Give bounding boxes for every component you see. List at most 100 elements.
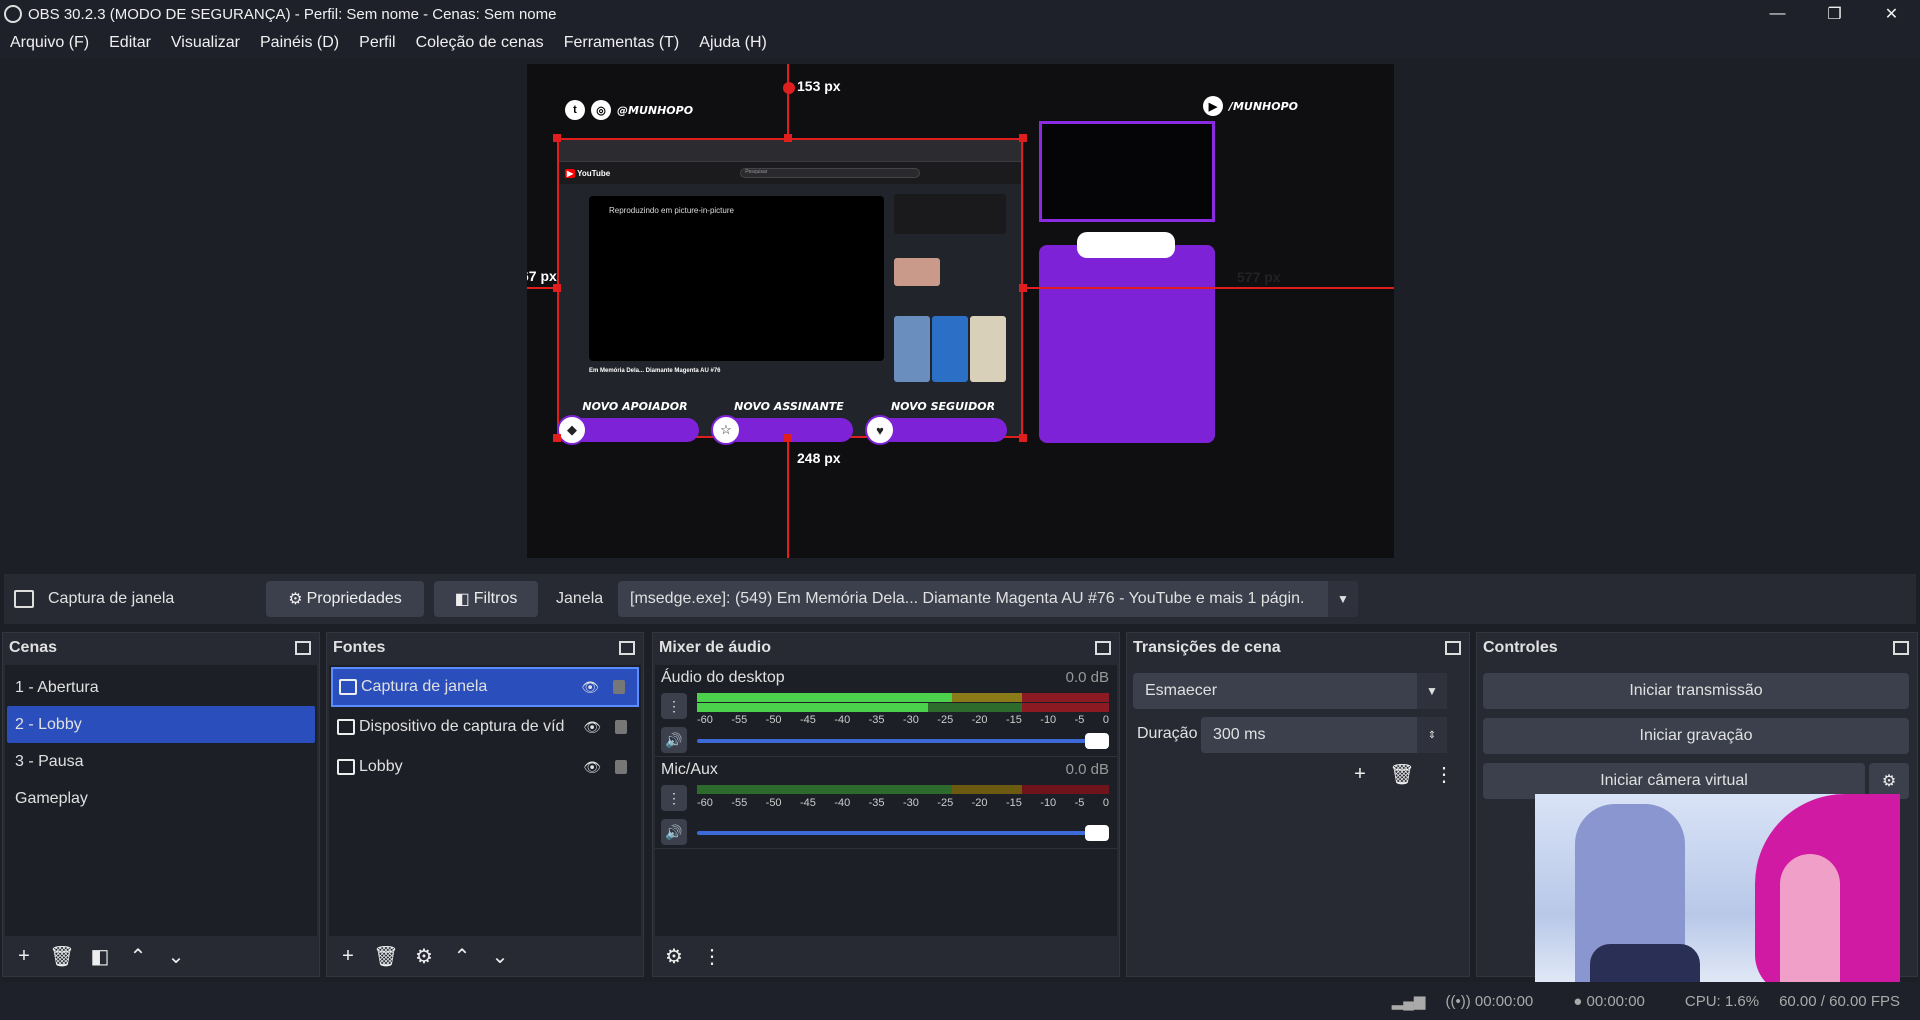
- status-bar: ▂▄▆ ((•)) 00:00:00 ● 00:00:00 CPU: 1.6% …: [0, 982, 1920, 1020]
- add-source-button[interactable]: +: [335, 943, 361, 969]
- remove-source-button[interactable]: 🗑: [373, 943, 399, 969]
- add-scene-button[interactable]: +: [11, 943, 37, 969]
- scene-item-selected[interactable]: 2 - Lobby: [7, 706, 315, 743]
- window-capture-source[interactable]: ▶ YouTube Pesquisar Reproduzindo em pictu…: [557, 138, 1023, 438]
- resize-handle[interactable]: [553, 134, 561, 142]
- heart-icon: ♥: [865, 415, 895, 445]
- gear-icon: ⚙: [288, 591, 303, 608]
- window-label: Janela: [556, 590, 604, 607]
- preview-canvas[interactable]: t ◎ @MUNHOPO ▶ /MUNHOPO ▶ YouTube Pesquis…: [527, 64, 1394, 558]
- guide-bottom-label: 248 px: [797, 450, 841, 466]
- resize-handle[interactable]: [1019, 434, 1027, 442]
- menu-arquivo[interactable]: Arquivo (F): [0, 34, 99, 52]
- start-record-button[interactable]: Iniciar gravação: [1483, 718, 1909, 754]
- scene-item[interactable]: Gameplay: [7, 780, 315, 817]
- speaker-icon[interactable]: 🔊: [661, 819, 687, 845]
- mixer-settings-button[interactable]: ⚙: [661, 943, 687, 969]
- undock-icon[interactable]: [1095, 641, 1111, 655]
- source-item[interactable]: Dispositivo de captura de víd 👁: [331, 707, 639, 747]
- resize-handle[interactable]: [784, 134, 792, 142]
- eye-icon[interactable]: 👁: [583, 719, 601, 736]
- scenes-title: Cenas: [9, 639, 58, 656]
- remove-scene-button[interactable]: 🗑: [49, 943, 75, 969]
- obs-logo-icon: [4, 5, 22, 23]
- window-icon: [339, 679, 357, 695]
- duration-input[interactable]: 300 ms ⇕: [1201, 717, 1447, 753]
- window-title: OBS 30.2.3 (MODO DE SEGURANÇA) - Perfil:…: [28, 5, 557, 23]
- lock-icon[interactable]: [613, 680, 625, 694]
- start-stream-button[interactable]: Iniciar transmissão: [1483, 673, 1909, 709]
- resize-handle[interactable]: [1019, 134, 1027, 142]
- menu-paineis[interactable]: Painéis (D): [250, 34, 349, 52]
- resize-handle[interactable]: [553, 434, 561, 442]
- channel-menu-button[interactable]: ⋮: [661, 693, 687, 719]
- chevron-down-icon: ▼: [1328, 581, 1358, 617]
- move-up-button[interactable]: ⌃: [125, 943, 151, 969]
- channel-menu-button[interactable]: ⋮: [661, 785, 687, 811]
- webcam-frame: [1039, 121, 1215, 222]
- move-down-button[interactable]: ⌄: [163, 943, 189, 969]
- scene-item[interactable]: 3 - Pausa: [7, 743, 315, 780]
- pip-video-window[interactable]: [1535, 794, 1900, 995]
- move-up-button[interactable]: ⌃: [449, 943, 475, 969]
- guide-right-label: 577 px: [1237, 269, 1281, 285]
- guide-top-line: [787, 64, 789, 138]
- window-capture-icon: [14, 590, 34, 608]
- guide-bottom-line: [787, 438, 789, 558]
- resize-handle[interactable]: [1019, 284, 1027, 292]
- transitions-title: Transições de cena: [1133, 639, 1281, 656]
- undock-icon[interactable]: [619, 641, 635, 655]
- close-button[interactable]: ✕: [1863, 0, 1920, 28]
- cpu-usage: CPU: 1.6%: [1684, 992, 1760, 1010]
- source-item[interactable]: Lobby 👁: [331, 747, 639, 787]
- window-select[interactable]: [msedge.exe]: (549) Em Memória Dela... D…: [618, 581, 1358, 617]
- menu-ajuda[interactable]: Ajuda (H): [689, 34, 777, 52]
- volume-meter: [697, 693, 1109, 713]
- undock-icon[interactable]: [295, 641, 311, 655]
- lock-icon[interactable]: [615, 760, 627, 774]
- meter-ticks: -60 -55 -50 -45 -40 -35 -30 -25 -20 -15 -10 -5 0: [697, 714, 1109, 726]
- scene-item[interactable]: 1 - Abertura: [7, 669, 315, 706]
- remove-transition-button[interactable]: 🗑: [1389, 761, 1415, 787]
- restore-button[interactable]: ❐: [1806, 0, 1863, 28]
- instagram-icon: ◎: [591, 100, 611, 120]
- social-handle-text: @MUNHOPO: [617, 103, 694, 117]
- menu-colecao-cenas[interactable]: Coleção de cenas: [406, 34, 554, 52]
- menu-ferramentas[interactable]: Ferramentas (T): [554, 34, 690, 52]
- video-player: Reproduzindo em picture-in-picture: [589, 196, 884, 361]
- minimize-button[interactable]: —: [1749, 0, 1806, 28]
- move-down-button[interactable]: ⌄: [487, 943, 513, 969]
- eye-icon[interactable]: 👁: [583, 759, 601, 776]
- menu-visualizar[interactable]: Visualizar: [161, 34, 250, 52]
- transition-menu-button[interactable]: ⋮: [1431, 761, 1457, 787]
- menu-perfil[interactable]: Perfil: [349, 34, 405, 52]
- image-icon: [337, 759, 355, 775]
- mixer-menu-button[interactable]: ⋮: [699, 943, 725, 969]
- source-item[interactable]: Captura de janela 👁: [331, 667, 639, 707]
- transition-select[interactable]: Esmaecer ▼: [1133, 673, 1447, 709]
- undock-icon[interactable]: [1893, 641, 1909, 655]
- filters-button[interactable]: ◧ Filtros: [434, 581, 538, 617]
- volume-slider[interactable]: [697, 733, 1109, 749]
- menu-editar[interactable]: Editar: [99, 34, 161, 52]
- add-transition-button[interactable]: +: [1347, 761, 1373, 787]
- youtube-handle-text: /MUNHOPO: [1228, 99, 1298, 113]
- volume-slider[interactable]: [697, 825, 1109, 841]
- chat-panel: [1039, 245, 1215, 443]
- properties-button[interactable]: ⚙ Propriedades: [266, 581, 424, 617]
- lock-icon[interactable]: [615, 720, 627, 734]
- source-properties-button[interactable]: ⚙: [411, 943, 437, 969]
- stepper-icon[interactable]: ⇕: [1417, 717, 1447, 753]
- chat-header-pill: [1077, 232, 1175, 258]
- scene-filters-button[interactable]: ◧: [87, 943, 113, 969]
- youtube-icon: ▶: [1202, 96, 1223, 116]
- eye-icon[interactable]: 👁: [581, 679, 599, 696]
- resize-handle[interactable]: [553, 284, 561, 292]
- mixer-channel-mic: Mic/Aux 0.0 dB ⋮ -60 -55 -50 -45 -40 -35 -30 -2…: [655, 757, 1117, 849]
- speaker-icon[interactable]: 🔊: [661, 727, 687, 753]
- alert-seguidor: NOVO SEGUIDOR ♥: [865, 400, 1007, 445]
- undock-icon[interactable]: [1445, 641, 1461, 655]
- guide-top-label: 153 px: [797, 78, 841, 94]
- resize-handle[interactable]: [784, 434, 792, 442]
- network-icon: ▂▄▆: [1391, 993, 1426, 1010]
